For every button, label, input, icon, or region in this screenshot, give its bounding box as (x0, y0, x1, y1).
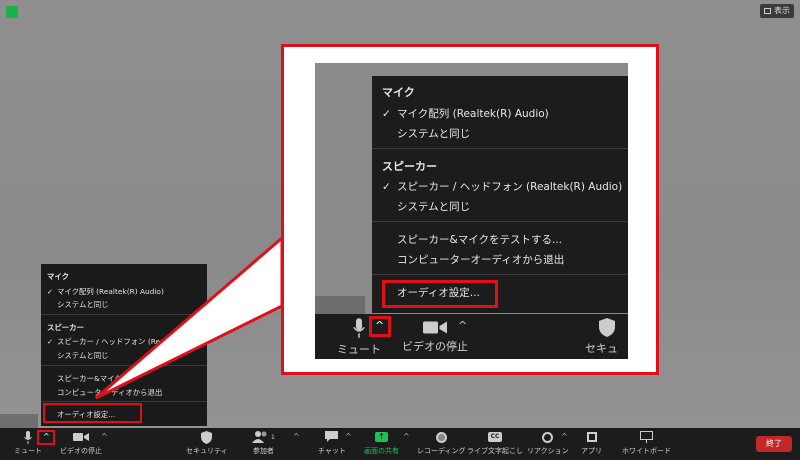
divider (372, 221, 628, 222)
zoomed-view: マイク ✓ マイク配列 (Realtek(R) Audio) システムと同じ スピ… (315, 63, 628, 359)
video-camera-icon (423, 320, 447, 338)
speaker-option-realtek[interactable]: ✓ スピーカー / ヘッドフォン (Realtek(R) Audio) (382, 179, 622, 194)
divider (372, 274, 628, 275)
leave-computer-audio[interactable]: コンピューターオーディオから退出 (382, 252, 564, 267)
check-icon: ✓ (382, 181, 391, 193)
mic-header: マイク (382, 86, 415, 99)
check-icon: ✓ (382, 108, 391, 120)
highlight-audio-settings-zoomed (382, 280, 498, 308)
video-options-caret[interactable]: ^ (458, 319, 467, 332)
speaker-option-system[interactable]: システムと同じ (382, 199, 470, 214)
zoomed-toolbar: ミュート ^ ビデオの停止 ^ セキュリティ (315, 314, 628, 359)
microphone-icon (353, 318, 365, 341)
audio-menu-zoomed: マイク ✓ マイク配列 (Realtek(R) Audio) システムと同じ スピ… (372, 76, 628, 313)
mic-option-system[interactable]: システムと同じ (382, 126, 470, 141)
test-speaker-mic[interactable]: スピーカー&マイクをテストする... (382, 232, 562, 247)
zoom-callout: マイク ✓ マイク配列 (Realtek(R) Audio) システムと同じ スピ… (281, 44, 659, 375)
mic-option-realtek[interactable]: ✓ マイク配列 (Realtek(R) Audio) (382, 106, 549, 121)
highlight-caret-zoomed (369, 316, 391, 337)
divider (372, 148, 628, 149)
video-thumbnail (315, 296, 365, 316)
security-button[interactable]: セキュリティ (585, 318, 628, 359)
speaker-header: スピーカー (382, 160, 437, 173)
shield-icon (598, 318, 615, 340)
